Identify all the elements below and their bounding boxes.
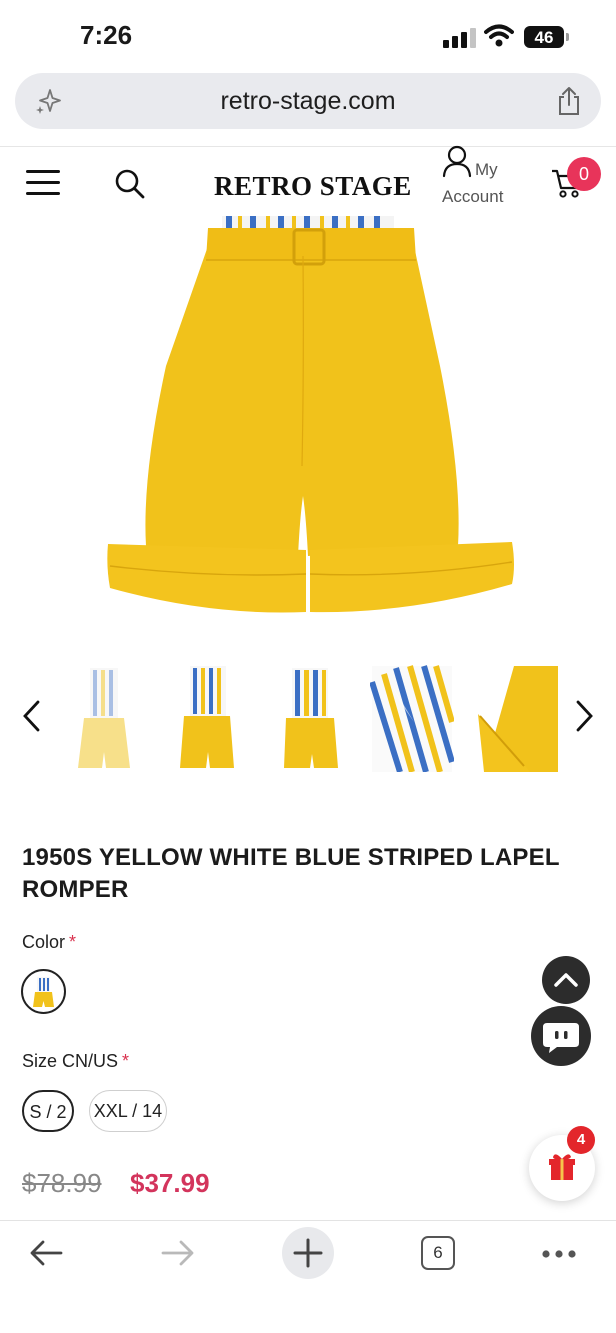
battery-icon: 46 [524, 26, 564, 48]
size-option-label: Size CN/US * [22, 1051, 129, 1072]
share-icon[interactable] [555, 85, 583, 117]
gift-count-badge: 4 [567, 1126, 595, 1154]
original-price: $78.99 [22, 1168, 102, 1198]
scroll-to-top-button[interactable] [542, 956, 590, 1004]
search-icon[interactable] [113, 167, 147, 201]
battery-cap [566, 33, 569, 41]
product-title: 1950S YELLOW WHITE BLUE STRIPED LAPEL RO… [22, 844, 560, 903]
gallery-thumbnail[interactable] [270, 662, 354, 772]
required-mark: * [122, 1051, 130, 1071]
wifi-icon [484, 24, 514, 47]
cellular-signal-icon [443, 28, 477, 48]
more-options-icon[interactable] [541, 1249, 577, 1259]
sale-price: $37.99 [130, 1168, 210, 1198]
browser-toolbar: 6 [0, 1220, 616, 1333]
color-label-text: Color [22, 932, 66, 952]
account-link-line1[interactable]: My [475, 160, 498, 180]
top-stripes [222, 216, 394, 228]
product-main-image[interactable] [90, 216, 530, 626]
chevron-right-icon[interactable] [572, 698, 596, 734]
tab-switcher-button[interactable]: 6 [421, 1236, 455, 1270]
chevron-up-icon [554, 973, 578, 987]
chat-button[interactable] [531, 1006, 591, 1066]
plus-icon [293, 1238, 323, 1268]
site-header: RETRO STAGE My Account 0 [0, 144, 616, 218]
gallery-thumbnail[interactable] [168, 662, 252, 772]
color-swatch-selected[interactable] [21, 969, 66, 1014]
color-option-label: Color * [22, 932, 76, 953]
gallery-thumbnail[interactable] [370, 662, 454, 772]
user-icon[interactable] [441, 144, 473, 178]
back-arrow-icon[interactable] [28, 1238, 64, 1268]
status-time: 7:26 [80, 20, 133, 50]
status-bar: 7:26 46 [0, 0, 616, 70]
account-link-line2[interactable]: Account [442, 187, 503, 207]
brand-logo[interactable]: RETRO STAGE [214, 171, 412, 202]
new-tab-button[interactable] [282, 1227, 334, 1279]
address-bar[interactable]: retro-stage.com [15, 73, 601, 129]
chevron-left-icon[interactable] [20, 698, 44, 734]
required-mark: * [69, 932, 77, 952]
menu-icon[interactable] [26, 170, 60, 196]
url-text[interactable]: retro-stage.com [15, 87, 601, 116]
swatch-image [33, 977, 54, 1007]
cart-count-badge: 0 [567, 157, 601, 191]
gallery-thumbnail[interactable] [474, 662, 558, 772]
chat-icon [543, 1023, 579, 1053]
size-option-s[interactable]: S / 2 [22, 1090, 74, 1132]
forward-arrow-icon[interactable] [160, 1238, 196, 1268]
battery-level: 46 [534, 28, 554, 47]
size-label-text: Size CN/US [22, 1051, 119, 1071]
image-gallery [0, 658, 616, 774]
size-option-xxl[interactable]: XXL / 14 [89, 1090, 167, 1132]
gallery-thumbnail[interactable] [62, 662, 146, 772]
